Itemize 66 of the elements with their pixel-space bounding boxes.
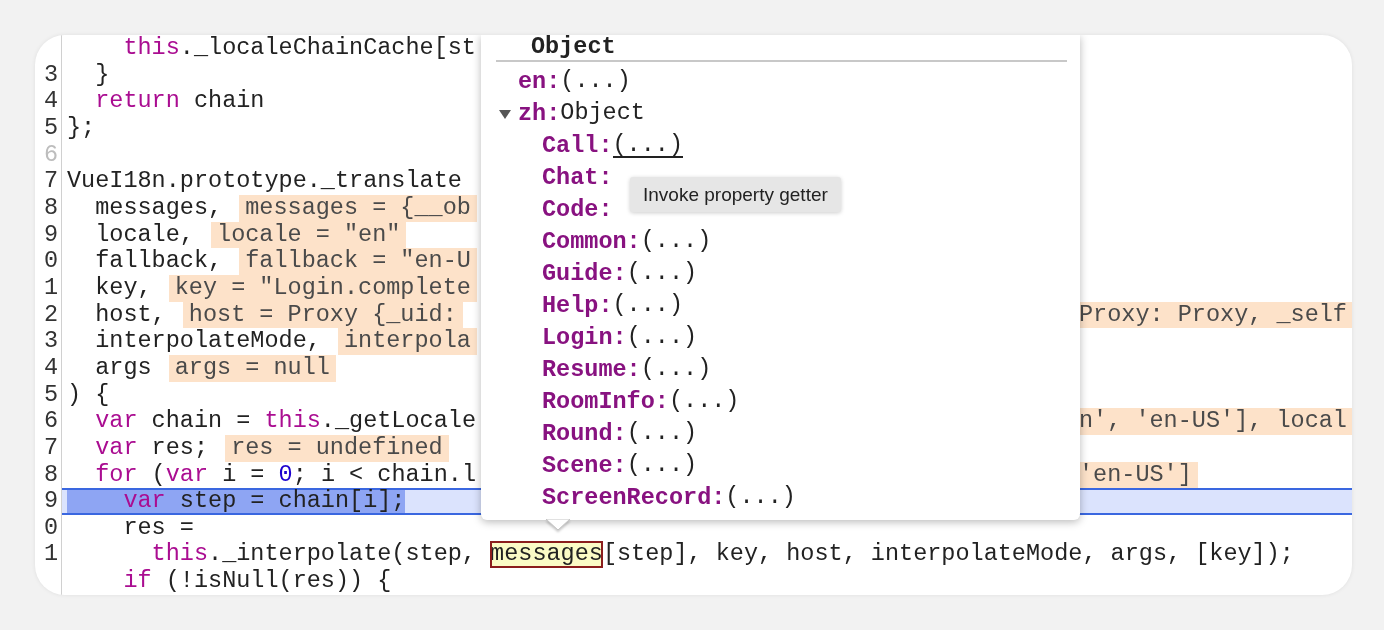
code-text: ) { xyxy=(67,381,110,409)
property-value[interactable]: (...) xyxy=(612,134,684,158)
code-text: host, xyxy=(94,301,167,329)
property-value[interactable]: (...) xyxy=(668,390,740,414)
line-number[interactable]: 1 xyxy=(43,540,58,568)
inline-value: fallback = "en-U xyxy=(239,248,477,275)
code-text: } xyxy=(94,61,110,89)
code-text: this._interpolate(step, xyxy=(150,541,477,569)
property-value[interactable]: (...) xyxy=(560,70,631,94)
line-number[interactable]: 1 xyxy=(43,273,58,301)
inline-value: 'en-US'] xyxy=(1079,461,1198,489)
line-number[interactable]: 5 xyxy=(43,380,58,408)
code-text: var step = chain[i]; xyxy=(67,490,406,513)
code-text: interpolateMode, xyxy=(94,328,322,355)
line-number[interactable]: 8 xyxy=(43,460,58,488)
code-text: if (!isNull(res)) { xyxy=(122,568,392,595)
property-value[interactable]: (...) xyxy=(640,358,712,382)
line-number[interactable]: 0 xyxy=(43,513,58,541)
inline-value: res = undefined xyxy=(225,434,449,462)
popover-title: Object xyxy=(496,35,1067,62)
line-number[interactable]: 3 xyxy=(43,327,58,355)
inline-value: host = Proxy {_uid: xyxy=(182,301,463,329)
line-number[interactable]: 9 xyxy=(43,220,58,248)
code-text: res = xyxy=(122,514,194,542)
line-number[interactable]: 3 xyxy=(43,60,58,88)
property-value[interactable]: (...) xyxy=(626,454,698,478)
code-text: return chain xyxy=(94,88,265,115)
tooltip: Invoke property getter xyxy=(630,177,841,212)
inline-value: key = "Login.complete xyxy=(168,274,477,302)
line-number[interactable]: 4 xyxy=(43,87,58,115)
inline-value: locale = "en" xyxy=(211,221,407,249)
code-text: args xyxy=(94,354,153,382)
property-value[interactable]: (...) xyxy=(626,262,698,286)
property-value[interactable]: (...) xyxy=(640,230,712,254)
property-value[interactable]: (...) xyxy=(626,326,698,350)
line-number[interactable]: 5 xyxy=(43,113,58,141)
code-text: VueI18n.prototype._translate xyxy=(67,168,462,195)
property-value[interactable]: (...) xyxy=(725,486,796,510)
line-number[interactable]: 0 xyxy=(43,247,58,275)
inline-value: interpola xyxy=(337,328,477,355)
expand-triangle-icon[interactable] xyxy=(498,108,512,120)
hovered-expression[interactable]: messages xyxy=(490,541,603,569)
inline-value: args = null xyxy=(168,354,336,382)
inline-value: n', 'en-US'], local xyxy=(1079,408,1352,435)
line-number[interactable]: 2 xyxy=(43,300,58,328)
line-number[interactable]: 9 xyxy=(43,487,58,515)
code-text: key, xyxy=(94,274,153,302)
code-text: [step], key, host, interpolateMode, args, [key]); xyxy=(602,541,1294,569)
code-text: locale, xyxy=(94,221,195,249)
code-text: var res; xyxy=(94,434,210,462)
code-text: this._localeChainCache[st xyxy=(122,35,476,62)
code-text: var chain = this._getLocale xyxy=(94,408,476,435)
property-value[interactable]: Object xyxy=(560,102,645,126)
code-text: messages, xyxy=(94,194,224,222)
code-text: }; xyxy=(67,114,96,142)
line-number[interactable]: 8 xyxy=(43,193,58,221)
inline-value: messages = {__ob xyxy=(239,194,477,222)
code-text: for (var i = 0; i < chain.l xyxy=(94,461,476,489)
line-number[interactable]: 6 xyxy=(43,407,58,435)
property-value[interactable]: (...) xyxy=(626,422,698,446)
code-text: fallback, xyxy=(94,248,224,275)
line-number[interactable]: 7 xyxy=(43,433,58,461)
inline-value: Proxy: Proxy, _self xyxy=(1079,301,1352,329)
line-number[interactable]: 7 xyxy=(43,167,58,195)
property-value[interactable]: (...) xyxy=(612,294,684,318)
line-number[interactable]: 4 xyxy=(43,353,58,381)
